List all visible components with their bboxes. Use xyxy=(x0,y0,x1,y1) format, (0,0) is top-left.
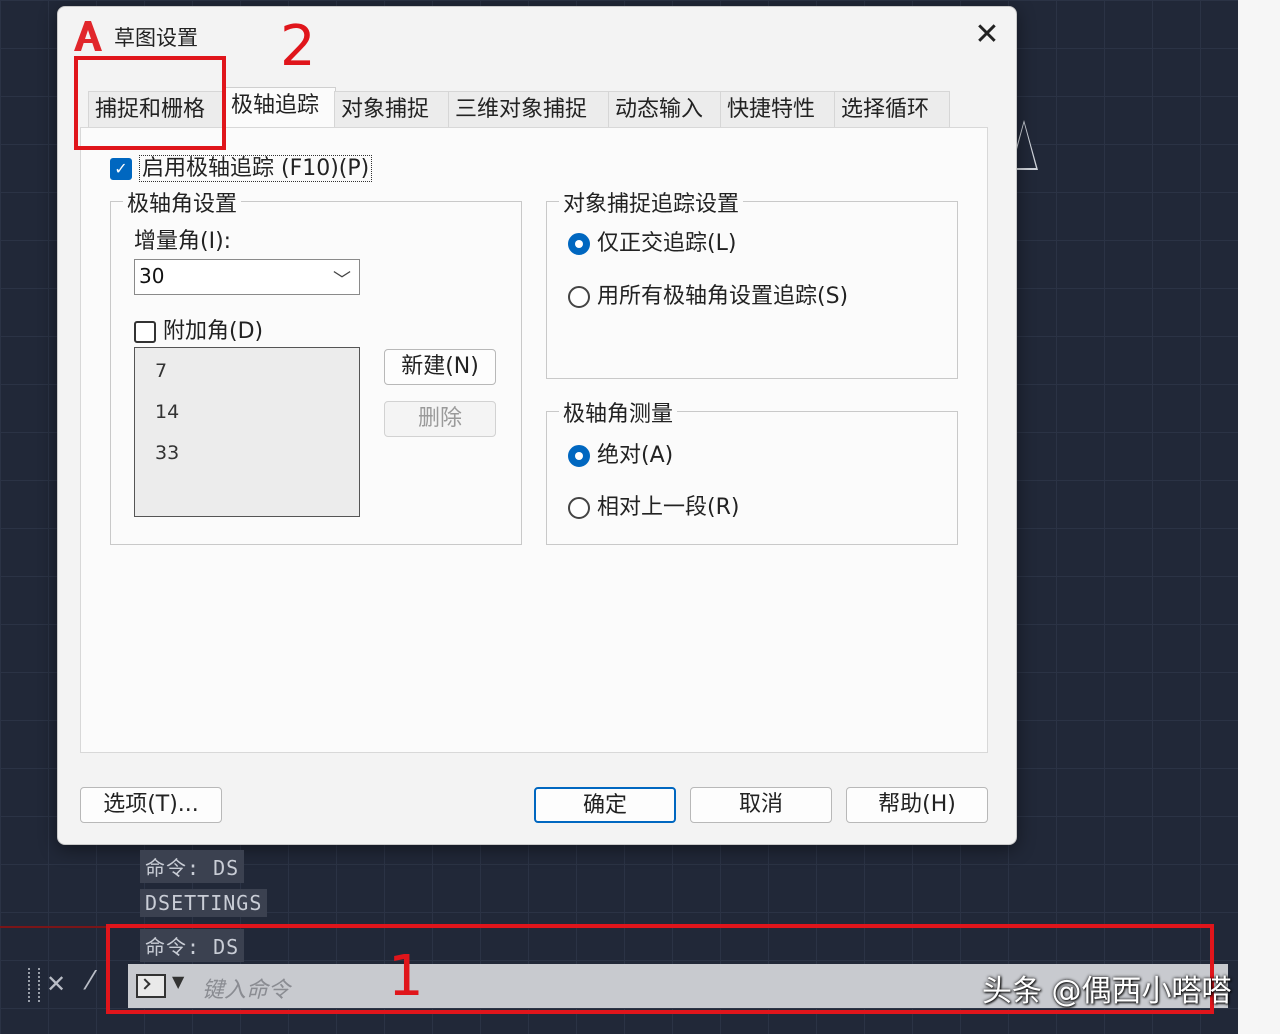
enable-polar-label: 启用极轴追踪 (F10)(P) xyxy=(139,155,373,182)
close-icon: ✕ xyxy=(974,17,1000,52)
list-item[interactable]: 33 xyxy=(155,442,179,464)
list-item[interactable]: 14 xyxy=(155,401,179,423)
orthogonal-only-radio[interactable] xyxy=(568,233,590,255)
options-button[interactable]: 选项(T)... xyxy=(80,787,222,823)
annotation-box-2 xyxy=(74,56,226,150)
polar-angle-measurement-title: 极轴角测量 xyxy=(559,396,678,428)
all-polar-angles-option[interactable]: 用所有极轴角设置追踪(S) xyxy=(568,278,848,310)
tab-object-snap[interactable]: 对象捕捉 xyxy=(334,91,450,128)
polar-angle-measurement-group: 极轴角测量 xyxy=(546,396,958,545)
all-polar-angles-radio[interactable] xyxy=(568,286,590,308)
delete-angle-button[interactable]: 删除 xyxy=(384,401,496,437)
close-command-line-icon[interactable]: ✕ xyxy=(46,970,66,998)
polar-angle-settings-title: 极轴角设置 xyxy=(123,186,242,218)
ok-button[interactable]: 确定 xyxy=(534,787,676,823)
object-snap-tracking-title: 对象捕捉追踪设置 xyxy=(559,186,744,218)
dialog-title: 草图设置 xyxy=(114,26,198,50)
additional-angles-row[interactable]: 附加角(D) xyxy=(134,313,263,345)
additional-angles-label: 附加角(D) xyxy=(163,319,264,344)
absolute-option[interactable]: 绝对(A) xyxy=(568,437,673,469)
right-panel-edge xyxy=(1238,0,1280,1034)
new-angle-button[interactable]: 新建(N) xyxy=(384,349,496,385)
absolute-radio[interactable] xyxy=(568,445,590,467)
command-history-line: DSETTINGS xyxy=(140,889,268,917)
increment-angle-value: 30 xyxy=(139,264,165,288)
customize-icon[interactable]: ⁄ xyxy=(88,966,92,996)
annotation-number-1: 1 xyxy=(388,944,424,1009)
additional-angles-list[interactable]: 7 14 33 xyxy=(134,347,360,517)
annotation-number-2: 2 xyxy=(280,14,316,79)
enable-polar-tracking[interactable]: ✓ 启用极轴追踪 (F10)(P) xyxy=(110,150,373,182)
tab-polar-tracking[interactable]: 极轴追踪 xyxy=(224,87,336,130)
command-line-grip-icon[interactable] xyxy=(28,968,40,1002)
help-button[interactable]: 帮助(H) xyxy=(846,787,988,823)
close-button[interactable]: ✕ xyxy=(968,17,1006,55)
increment-angle-label: 增量角(I): xyxy=(134,229,232,254)
command-history-line: 命令: DS xyxy=(140,850,245,883)
cancel-button[interactable]: 取消 xyxy=(690,787,832,823)
all-polar-angles-label: 用所有极轴角设置追踪(S) xyxy=(597,284,849,309)
autocad-logo-icon xyxy=(74,21,102,51)
tab-quick-properties[interactable]: 快捷特性 xyxy=(720,91,836,128)
canvas-axis-line xyxy=(0,926,106,928)
increment-angle-select[interactable]: 30 ﹀ xyxy=(134,259,360,295)
tab-dynamic-input[interactable]: 动态输入 xyxy=(608,91,722,128)
orthogonal-only-option[interactable]: 仅正交追踪(L) xyxy=(568,225,736,257)
tab-3d-object-snap[interactable]: 三维对象捕捉 xyxy=(448,91,610,128)
absolute-label: 绝对(A) xyxy=(597,443,674,468)
relative-radio[interactable] xyxy=(568,497,590,519)
tab-selection-cycling[interactable]: 选择循环 xyxy=(834,91,950,128)
orthogonal-only-label: 仅正交追踪(L) xyxy=(597,231,737,256)
relative-option[interactable]: 相对上一段(R) xyxy=(568,489,739,521)
relative-label: 相对上一段(R) xyxy=(597,495,740,520)
additional-angles-checkbox[interactable] xyxy=(134,321,156,343)
watermark-text: 头条 @偶西小嗒嗒 xyxy=(982,974,1232,1009)
list-item[interactable]: 7 xyxy=(155,360,167,382)
chevron-down-icon: ﹀ xyxy=(333,270,351,291)
enable-polar-checkbox[interactable]: ✓ xyxy=(110,158,132,180)
